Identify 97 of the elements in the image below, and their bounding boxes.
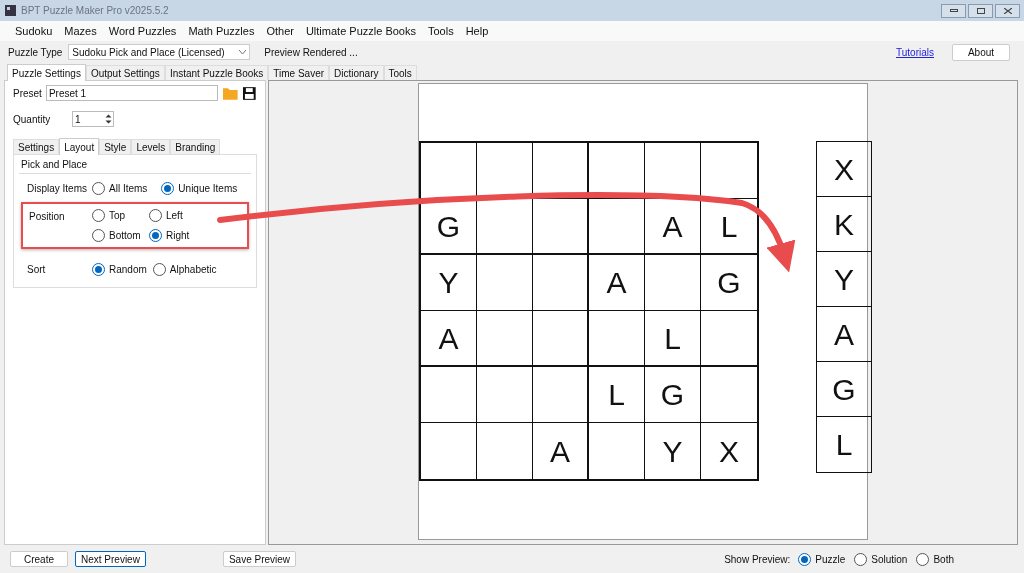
tutorials-link[interactable]: Tutorials — [896, 44, 934, 60]
tab[interactable]: Style — [99, 139, 132, 154]
radio-label: All Items — [109, 181, 148, 196]
grid-cell: G — [421, 199, 477, 255]
grid-cell — [533, 255, 589, 311]
close-button[interactable] — [995, 3, 1020, 18]
radio-button[interactable] — [92, 262, 105, 276]
tab[interactable]: Settings — [13, 139, 60, 154]
radio-label: Solution — [871, 552, 908, 567]
menu-item[interactable]: Word Puzzles — [103, 22, 182, 40]
menu-item[interactable]: Other — [261, 22, 299, 40]
radio-button[interactable] — [161, 181, 175, 195]
tab[interactable]: Dictionary — [329, 65, 384, 80]
radio-button[interactable] — [152, 262, 166, 276]
save-preview-button[interactable]: Save Preview — [222, 551, 297, 567]
grid-cell: A — [589, 255, 645, 311]
item-cell-text: L — [834, 427, 854, 463]
grid-cell — [645, 255, 701, 311]
group-title: Pick and Place — [21, 158, 89, 172]
radio-label: Both — [933, 552, 954, 567]
radio-button[interactable] — [92, 229, 105, 242]
tab[interactable]: Levels — [131, 139, 171, 154]
grid-cell — [589, 311, 645, 367]
grid-cell: L — [645, 311, 701, 367]
action-button[interactable]: Create — [10, 551, 68, 567]
grid-cell: Y — [421, 255, 477, 311]
radio-button[interactable] — [854, 552, 868, 566]
close-icon — [1003, 7, 1012, 14]
menu-item[interactable]: Help — [460, 22, 494, 40]
tab[interactable]: Branding — [170, 139, 221, 154]
tab[interactable]: Puzzle Settings — [7, 64, 86, 81]
item-cell: Y — [817, 252, 871, 307]
app-icon — [4, 4, 17, 17]
radio-button[interactable] — [149, 209, 162, 222]
grid-cell — [477, 311, 533, 367]
sort-label: Sort — [27, 262, 47, 277]
action-button[interactable]: Next Preview — [75, 551, 146, 567]
radio-label: Random — [109, 262, 147, 277]
quantity-spinner[interactable]: 1 — [72, 111, 114, 127]
show-preview-label: Show Preview: — [724, 552, 791, 567]
menu-item[interactable]: Math Puzzles — [183, 22, 260, 40]
radio-label: Left — [166, 209, 183, 223]
grid-cell: L — [589, 367, 645, 423]
puzzle-type-dropdown[interactable]: Sudoku Pick and Place (Licensed) — [68, 44, 251, 60]
display-items-label: Display Items — [27, 181, 88, 196]
grid-cell: A — [533, 423, 589, 479]
spin-arrows-icon — [104, 113, 113, 125]
tab[interactable]: Output Settings — [85, 65, 165, 80]
window-title: BPT Puzzle Maker Pro v2025.5.2 — [21, 4, 169, 18]
grid-cell — [477, 367, 533, 423]
preset-label: Preset — [13, 86, 42, 101]
grid-cell: L — [701, 199, 757, 255]
grid-cell — [533, 199, 589, 255]
grid-cell: G — [701, 255, 757, 311]
item-cell: A — [817, 307, 871, 362]
tab[interactable]: Instant Puzzle Books — [164, 65, 269, 80]
radio-label: Right — [166, 229, 190, 243]
minimize-button[interactable] — [941, 3, 966, 18]
menu-item[interactable]: Sudoku — [10, 22, 58, 40]
grid-cell — [477, 199, 533, 255]
position-label: Position — [29, 210, 66, 224]
grid-cell: A — [421, 311, 477, 367]
tab[interactable]: Layout — [59, 138, 100, 155]
radio-label: Top — [109, 209, 126, 223]
radio-label: Unique Items — [178, 181, 238, 196]
radio-button[interactable] — [149, 229, 162, 242]
quantity-label: Quantity — [13, 112, 52, 127]
grid-cell: Y — [645, 423, 701, 479]
item-cell: K — [817, 197, 871, 252]
grid-cell — [589, 199, 645, 255]
grid-cell — [533, 367, 589, 423]
item-cell: X — [817, 142, 871, 197]
menu-item[interactable]: Mazes — [59, 22, 102, 40]
save-icon[interactable] — [242, 85, 257, 101]
tab[interactable]: Time Saver — [268, 65, 330, 80]
item-cell: G — [817, 362, 871, 417]
maximize-button[interactable] — [968, 3, 993, 18]
menu-item[interactable]: Tools — [422, 22, 459, 40]
grid-cell — [477, 255, 533, 311]
radio-button[interactable] — [92, 209, 105, 222]
radio-button[interactable] — [916, 552, 930, 566]
chevron-icon — [239, 50, 247, 54]
radio-label: Bottom — [109, 229, 141, 243]
grid-cell-text: X — [718, 433, 740, 470]
about-button[interactable]: About — [952, 43, 1010, 61]
preset-field[interactable]: Preset 1 — [45, 85, 218, 101]
grid-cell: A — [645, 199, 701, 255]
tab[interactable]: Tools — [383, 65, 417, 80]
radio-button[interactable] — [798, 552, 812, 566]
radio-label: Alphabetic — [169, 262, 217, 277]
puzzle-type-label: Puzzle Type — [8, 45, 63, 60]
grid-cell — [533, 311, 589, 367]
radio-button[interactable] — [92, 181, 105, 195]
menu-item[interactable]: Ultimate Puzzle Books — [300, 22, 421, 40]
grid-cell: G — [645, 367, 701, 423]
radio-label: Puzzle — [815, 552, 846, 567]
status-text: Preview Rendered ... — [264, 45, 358, 60]
